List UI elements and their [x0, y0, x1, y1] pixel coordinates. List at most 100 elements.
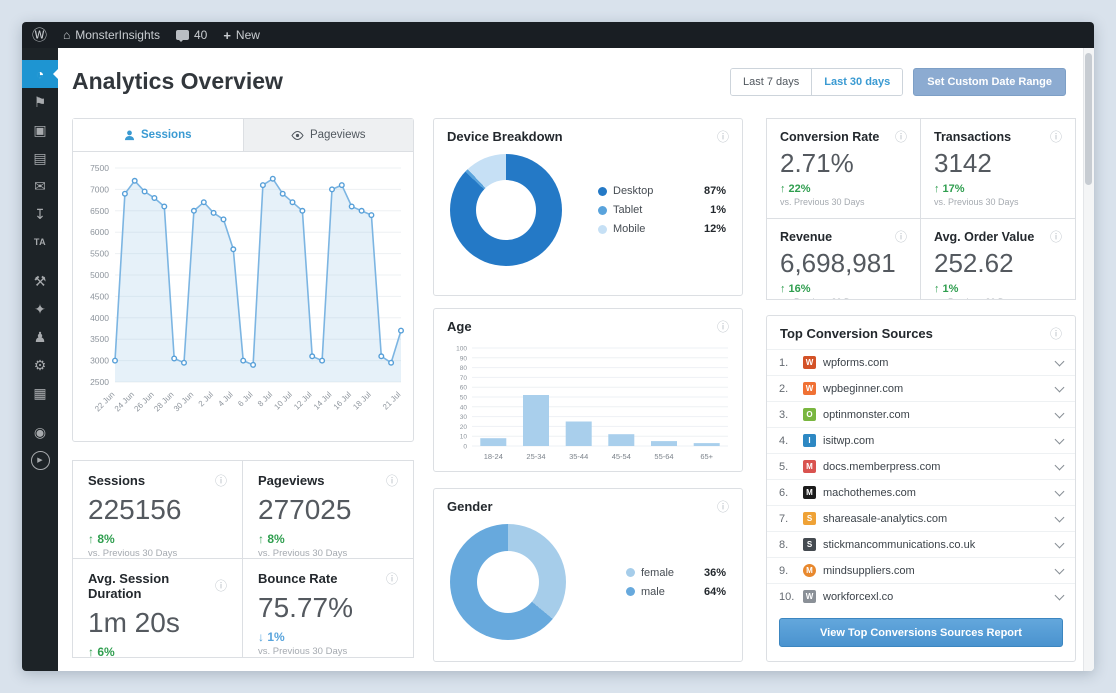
info-icon[interactable]: ⓘ	[1050, 131, 1062, 143]
scrollbar-thumb[interactable]	[1085, 53, 1092, 185]
svg-text:70: 70	[460, 375, 468, 382]
new-content-menu[interactable]: + New	[223, 28, 260, 43]
info-icon[interactable]: ⓘ	[1050, 328, 1062, 340]
source-row-docs-memberpress-com[interactable]: 5. Mdocs.memberpress.com	[767, 453, 1075, 479]
svg-text:10 Jul: 10 Jul	[272, 390, 294, 412]
sidebar-item-settings[interactable]: ⚙	[22, 351, 58, 379]
source-domain: optinmonster.com	[823, 408, 910, 421]
source-row-shareasale-analytics-com[interactable]: 7. Sshareasale-analytics.com	[767, 505, 1075, 531]
legend-value: 12%	[703, 223, 726, 235]
legend-value: 36%	[703, 566, 726, 579]
sidebar-item-media[interactable]: ▣	[22, 116, 58, 144]
ta-icon: TA	[33, 237, 47, 247]
info-icon[interactable]: ⓘ	[895, 131, 907, 143]
wordpress-logo-icon[interactable]: Ⓦ	[32, 28, 47, 43]
legend-dot-icon	[598, 186, 607, 196]
legend-dot-icon	[626, 587, 635, 596]
chevron-down-icon[interactable]	[1054, 512, 1065, 522]
source-row-stickmancommunications-co-uk[interactable]: 8. Sstickmancommunications.co.uk	[767, 531, 1075, 557]
sidebar-item-posts[interactable]: ⚑	[22, 88, 58, 116]
traffic-chart-card: Sessions Pageviews 2500 3000 3500 4000 4500 5…	[72, 118, 414, 442]
info-icon[interactable]: ⓘ	[215, 580, 227, 592]
legend-item: Desktop 87%	[598, 185, 726, 197]
info-icon[interactable]: ⓘ	[895, 231, 907, 243]
scrollbar[interactable]	[1083, 48, 1094, 671]
video-tutorials-icon: ▶	[30, 450, 50, 470]
monsterinsights-icon: ◔	[35, 66, 45, 82]
comments-link[interactable]: 40	[175, 28, 207, 42]
info-icon[interactable]: ⓘ	[1050, 231, 1062, 243]
sidebar-item-comments[interactable]: ✉	[22, 172, 58, 200]
tab-pageviews[interactable]: Pageviews	[244, 119, 414, 151]
sidebar-item-users[interactable]: ♟	[22, 323, 58, 351]
legend-label: Tablet	[613, 204, 643, 216]
gender-card: Gender ⓘ female 36% male 64%	[433, 488, 743, 662]
tab-sessions-label: Sessions	[141, 129, 192, 141]
stat-title: Avg. Order Value	[934, 230, 1035, 244]
chevron-down-icon[interactable]	[1054, 486, 1065, 496]
info-icon[interactable]: ⓘ	[386, 573, 398, 585]
site-home-link[interactable]: ⌂ MonsterInsights	[63, 28, 160, 42]
pages-icon: ▤	[33, 149, 47, 166]
svg-text:45-54: 45-54	[612, 452, 631, 461]
chevron-down-icon[interactable]	[1054, 460, 1065, 470]
set-custom-date-range-button[interactable]: Set Custom Date Range	[913, 68, 1066, 96]
chevron-down-icon[interactable]	[1054, 590, 1065, 600]
chevron-down-icon[interactable]	[1054, 538, 1065, 548]
sidebar-item-tools[interactable]: ⚒	[22, 267, 58, 295]
sidebar-item-ta[interactable]: TA	[22, 228, 58, 256]
sidebar-item-community[interactable]: ◉	[22, 418, 58, 446]
svg-text:25-34: 25-34	[526, 452, 545, 461]
last-7-days-button[interactable]: Last 7 days	[730, 69, 812, 95]
svg-text:30: 30	[460, 414, 468, 421]
source-row-workforcexl-co[interactable]: 10. Wworkforcexl.co	[767, 583, 1075, 609]
card-title: Top Conversion Sources	[780, 326, 933, 341]
source-domain: wpforms.com	[823, 356, 889, 369]
stat-title: Sessions	[88, 473, 146, 488]
stat-change: ↑ 22%	[780, 183, 811, 195]
chevron-down-icon[interactable]	[1054, 564, 1065, 574]
favicon-icon: M	[803, 460, 816, 473]
chevron-down-icon[interactable]	[1054, 408, 1065, 418]
sidebar-item-reports[interactable]: ▦	[22, 379, 58, 407]
source-row-optinmonster-com[interactable]: 3. Ooptinmonster.com	[767, 401, 1075, 427]
sidebar-item-video-tutorials[interactable]: ▶	[22, 446, 58, 474]
source-row-machothemes-com[interactable]: 6. Mmachothemes.com	[767, 479, 1075, 505]
source-rank: 6.	[779, 486, 789, 499]
sidebar-item-monsterinsights[interactable]: ◔	[22, 60, 58, 88]
info-icon[interactable]: ⓘ	[386, 475, 398, 487]
legend-label: Mobile	[613, 223, 646, 235]
media-icon: ▣	[33, 121, 47, 138]
stat-card-avg-order-value: Avg. Order Value ⓘ 252.62 ↑ 1% vs. Previous …	[921, 219, 1075, 299]
sidebar-item-marketing[interactable]: ✦	[22, 295, 58, 323]
chevron-down-icon[interactable]	[1054, 382, 1065, 392]
legend-value: 87%	[703, 185, 726, 197]
tab-sessions[interactable]: Sessions	[73, 119, 244, 151]
svg-text:21 Jul: 21 Jul	[381, 390, 403, 412]
date-range-segmented-control: Last 7 days Last 30 days	[729, 68, 904, 96]
source-row-mindsuppliers-com[interactable]: 9. Mmindsuppliers.com	[767, 557, 1075, 583]
sidebar-item-downloads[interactable]: ↧	[22, 200, 58, 228]
chevron-down-icon[interactable]	[1054, 434, 1065, 444]
source-rank: 4.	[779, 434, 789, 447]
source-rank: 9.	[779, 564, 789, 577]
source-row-isitwp-com[interactable]: 4. Iisitwp.com	[767, 427, 1075, 453]
source-domain: shareasale-analytics.com	[823, 512, 948, 525]
sidebar-item-pages[interactable]: ▤	[22, 144, 58, 172]
legend-dot-icon	[598, 205, 607, 215]
info-icon[interactable]: ⓘ	[717, 501, 729, 513]
info-icon[interactable]: ⓘ	[717, 131, 729, 143]
last-30-days-button[interactable]: Last 30 days	[811, 69, 903, 95]
gender-legend: female 36% male 64%	[626, 560, 726, 605]
svg-text:5500: 5500	[90, 249, 109, 259]
chevron-down-icon[interactable]	[1054, 356, 1065, 366]
view-top-conversions-report-button[interactable]: View Top Conversions Sources Report	[779, 618, 1063, 647]
source-row-wpforms-com[interactable]: 1. Wwpforms.com	[767, 349, 1075, 375]
source-row-wpbeginner-com[interactable]: 2. Wwpbeginner.com	[767, 375, 1075, 401]
svg-text:3500: 3500	[90, 334, 109, 344]
svg-text:10: 10	[460, 434, 468, 441]
info-icon[interactable]: ⓘ	[215, 475, 227, 487]
svg-text:6 Jul: 6 Jul	[236, 390, 254, 408]
info-icon[interactable]: ⓘ	[717, 321, 729, 333]
favicon-icon: M	[803, 564, 816, 577]
